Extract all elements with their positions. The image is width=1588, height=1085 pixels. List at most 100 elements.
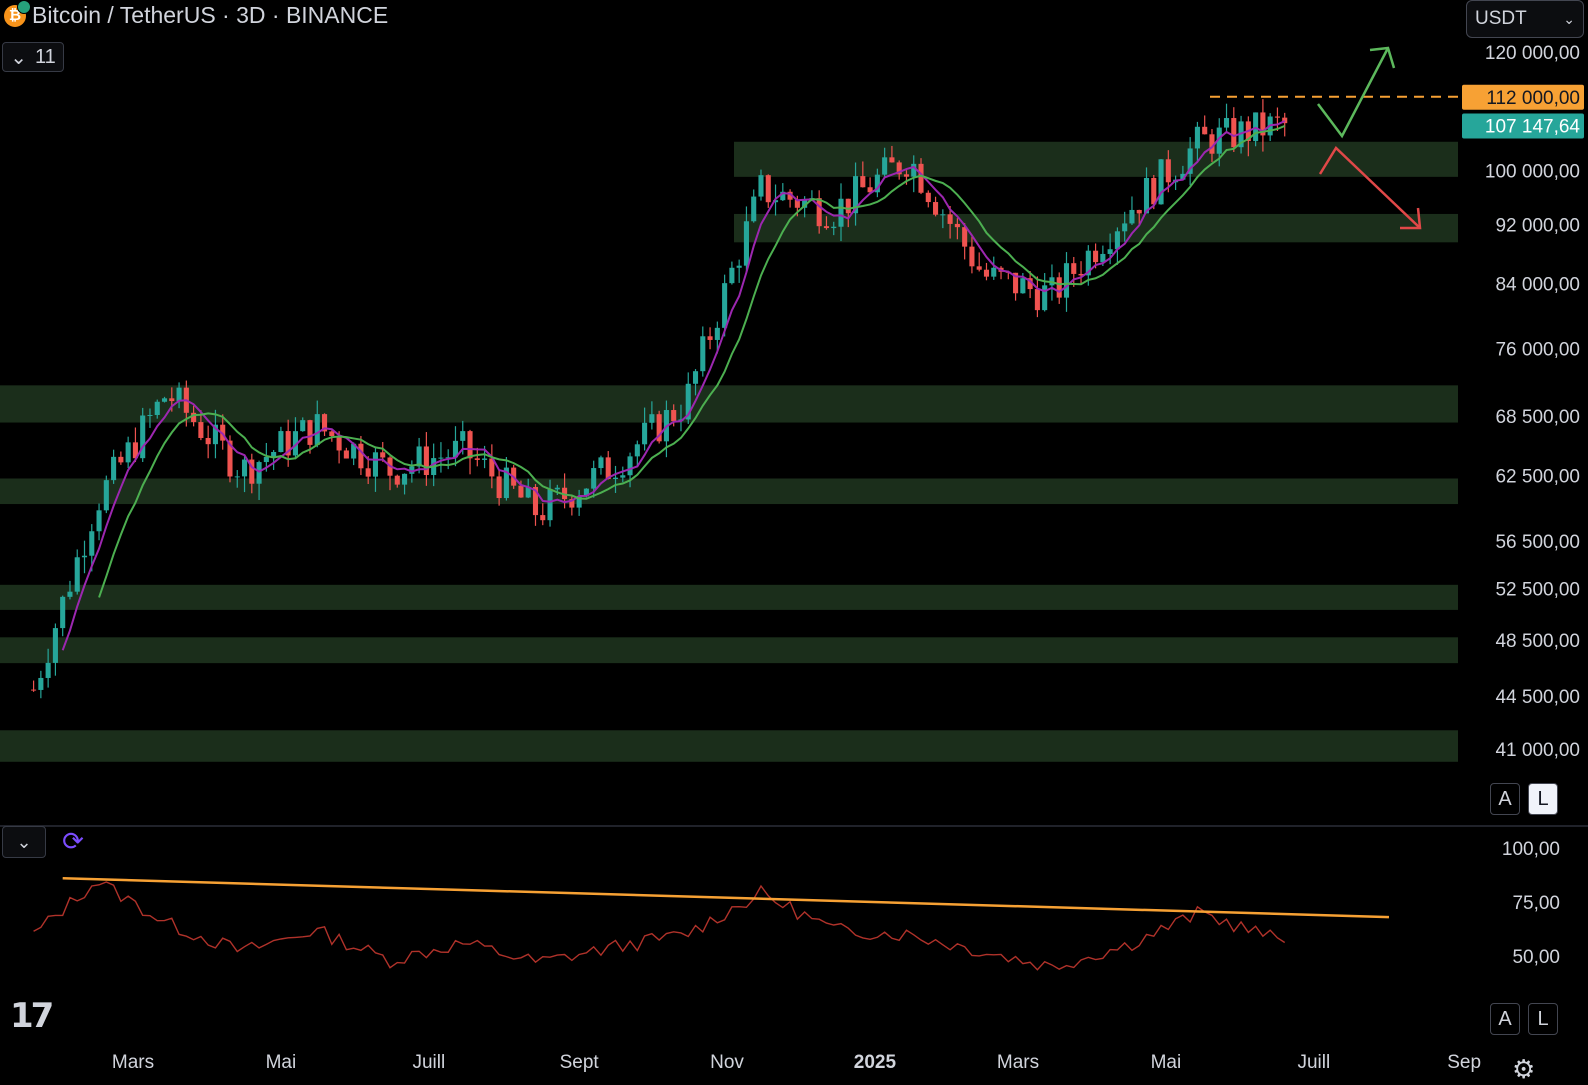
gear-icon[interactable]: ⚙ bbox=[1512, 1054, 1535, 1085]
candle bbox=[831, 226, 837, 229]
candle bbox=[1194, 126, 1200, 149]
symbol-title: Bitcoin / TetherUS · 3D · BINANCE bbox=[32, 2, 389, 28]
price-axis-tick: 100 000,00 bbox=[1485, 161, 1580, 182]
candle bbox=[343, 450, 349, 459]
currency-value: USDT bbox=[1475, 8, 1527, 29]
candle bbox=[889, 157, 895, 163]
candle bbox=[365, 468, 371, 477]
candle bbox=[1107, 249, 1113, 254]
candle bbox=[671, 410, 677, 422]
price-axis-tick: 76 000,00 bbox=[1495, 339, 1580, 360]
candle bbox=[554, 487, 560, 490]
candle bbox=[169, 398, 175, 402]
indicator-count: 11 bbox=[35, 45, 56, 68]
candle bbox=[627, 456, 633, 476]
candle bbox=[1274, 116, 1280, 118]
candle bbox=[1056, 277, 1062, 298]
chart-canvas[interactable]: 120 000,00 100 000,00 92 000,00 84 000,00 76… bbox=[0, 0, 1588, 1080]
candle bbox=[1093, 250, 1099, 263]
symbol-header[interactable]: ₿ Bitcoin / TetherUS · 3D · BINANCE bbox=[4, 0, 389, 29]
indicators-toggle-button[interactable]: ⌄ 11 bbox=[2, 42, 64, 72]
candle bbox=[983, 269, 990, 277]
candle bbox=[933, 202, 939, 215]
price-axis-tick: 56 500,00 bbox=[1495, 532, 1580, 553]
candle bbox=[1063, 263, 1070, 298]
candle bbox=[1231, 118, 1237, 148]
price-axis-tick: 120 000,00 bbox=[1485, 43, 1580, 64]
candle bbox=[1129, 209, 1135, 224]
candle bbox=[1165, 159, 1171, 183]
rsi-log-scale-button[interactable]: L bbox=[1528, 1003, 1558, 1035]
candle bbox=[860, 176, 866, 188]
candle bbox=[1020, 278, 1026, 294]
candle bbox=[700, 336, 706, 372]
candle bbox=[438, 457, 444, 459]
price-axis-tick: 41 000,00 bbox=[1495, 740, 1580, 761]
candle bbox=[467, 431, 473, 459]
time-axis-label: Sep bbox=[1447, 1052, 1481, 1073]
time-axis-label: Mars bbox=[112, 1052, 154, 1073]
candle bbox=[1151, 177, 1157, 205]
rsi-collapse-button[interactable]: ⌄ bbox=[2, 826, 46, 858]
last-price-label: 107 147,64 bbox=[1485, 117, 1581, 138]
rsi-axis-tick: 100,00 bbox=[1502, 839, 1560, 860]
auto-scale-label: A bbox=[1498, 787, 1512, 810]
support-resistance-zone bbox=[0, 584, 1458, 610]
candle bbox=[540, 515, 546, 521]
candle bbox=[518, 485, 524, 498]
tether-icon bbox=[17, 0, 31, 14]
candle bbox=[314, 414, 320, 445]
candle bbox=[394, 475, 400, 485]
log-scale-button[interactable]: L bbox=[1528, 783, 1558, 815]
sync-icon[interactable]: ⟳ bbox=[58, 826, 88, 856]
candle bbox=[1042, 285, 1048, 311]
candle bbox=[241, 459, 248, 477]
candle bbox=[816, 198, 822, 227]
candle bbox=[74, 557, 80, 592]
candle bbox=[45, 662, 51, 678]
candle bbox=[1253, 112, 1259, 142]
candle bbox=[692, 371, 699, 384]
price-axis-tick: 44 500,00 bbox=[1495, 687, 1580, 708]
ma-slow-line bbox=[98, 125, 1286, 598]
candle bbox=[765, 175, 771, 203]
candle bbox=[31, 689, 37, 691]
candle bbox=[372, 452, 379, 477]
candle bbox=[176, 387, 182, 402]
candle bbox=[845, 198, 851, 214]
candle bbox=[954, 223, 960, 228]
candle bbox=[1143, 177, 1150, 214]
candle bbox=[976, 266, 982, 270]
candle bbox=[882, 157, 888, 175]
candle bbox=[547, 489, 553, 521]
time-axis-label: Sept bbox=[560, 1052, 600, 1073]
rsi-axis-tick: 75,00 bbox=[1512, 893, 1560, 914]
auto-scale-button[interactable]: A bbox=[1490, 783, 1520, 815]
candle bbox=[707, 336, 713, 340]
candle bbox=[96, 510, 102, 532]
chevron-down-icon: ⌄ bbox=[10, 46, 27, 69]
chevron-down-icon: ⌄ bbox=[16, 831, 32, 852]
candle bbox=[991, 267, 997, 277]
candle bbox=[89, 531, 95, 556]
candle bbox=[598, 457, 604, 469]
candle bbox=[743, 221, 749, 266]
time-axis-label: Juill bbox=[412, 1052, 445, 1073]
time-axis-label: Mai bbox=[1151, 1052, 1182, 1073]
candle bbox=[940, 214, 946, 216]
candle bbox=[161, 398, 168, 402]
rsi-auto-scale-button[interactable]: A bbox=[1490, 1003, 1520, 1035]
candle bbox=[1114, 231, 1120, 250]
candle bbox=[336, 435, 342, 451]
price-axis-tick: 52 500,00 bbox=[1495, 580, 1580, 601]
candle bbox=[1223, 118, 1230, 128]
candle bbox=[307, 420, 313, 445]
log-scale-label: L bbox=[1537, 787, 1549, 810]
candle bbox=[729, 267, 735, 284]
candle bbox=[751, 196, 757, 222]
currency-select[interactable]: USDT ⌄ bbox=[1466, 0, 1584, 38]
candle bbox=[278, 431, 284, 453]
candle bbox=[60, 596, 66, 629]
candle bbox=[103, 480, 109, 511]
candle bbox=[496, 476, 502, 499]
